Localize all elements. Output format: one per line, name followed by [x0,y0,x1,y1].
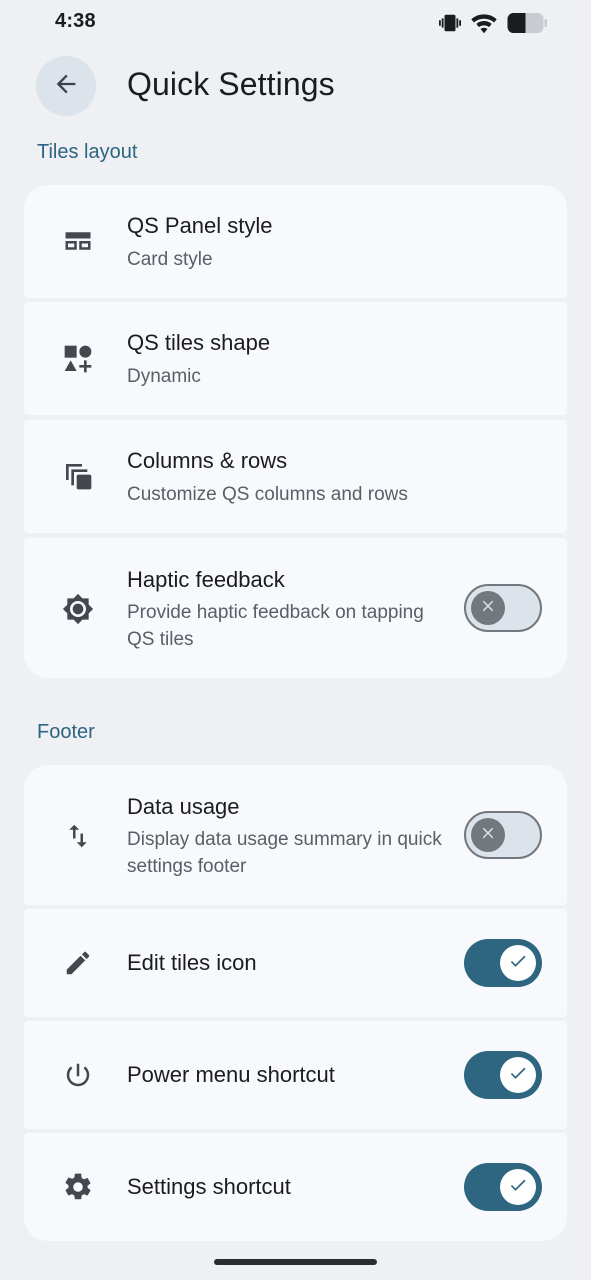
row-title: Data usage [127,794,240,819]
row-title: Haptic feedback [127,567,285,592]
setting-row-edit-tiles-icon[interactable]: Edit tiles icon [24,909,567,1017]
shapes-icon [62,343,94,375]
setting-row-qs-tiles-shape[interactable]: QS tiles shape Dynamic [24,302,567,415]
gesture-nav-handle[interactable] [214,1259,377,1265]
switch-thumb [471,818,505,852]
setting-row-power-menu-shortcut[interactable]: Power menu shortcut [24,1021,567,1129]
haptic-feedback-toggle[interactable] [464,584,542,632]
switch-thumb [500,945,536,981]
status-bar: 4:38 [0,0,591,46]
status-time: 4:38 [55,10,96,32]
setting-row-qs-panel-style[interactable]: QS Panel style Card style [24,185,567,298]
panel-style-icon [62,225,94,257]
app-bar: Quick Settings [0,52,591,122]
setting-row-settings-shortcut[interactable]: Settings shortcut [24,1133,567,1241]
status-icons [439,12,547,39]
power-menu-shortcut-toggle[interactable] [464,1051,542,1099]
edit-tiles-icon-toggle[interactable] [464,939,542,987]
data-usage-toggle[interactable] [464,811,542,859]
row-title: QS tiles shape [127,330,271,355]
check-icon [508,1175,528,1200]
setting-row-columns-rows[interactable]: Columns & rows Customize QS columns and … [24,420,567,533]
back-button[interactable] [36,56,96,116]
switch-thumb [500,1169,536,1205]
swap-vert-icon [62,820,94,852]
row-subtitle: Provide haptic feedback on tapping QS ti… [127,602,424,650]
check-icon [508,1063,528,1088]
section-header-tiles-layout: Tiles layout [37,141,138,163]
settings-shortcut-toggle[interactable] [464,1163,542,1211]
setting-row-data-usage[interactable]: Data usage Display data usage summary in… [24,765,567,905]
brightness-icon [62,593,94,625]
switch-thumb [500,1057,536,1093]
row-title: Columns & rows [127,448,288,473]
row-title: QS Panel style [127,213,273,238]
row-title: Edit tiles icon [127,950,257,975]
wifi-icon [471,12,497,39]
page-title: Quick Settings [127,66,335,102]
section-header-footer: Footer [37,721,95,743]
row-subtitle: Card style [127,249,213,270]
vibrate-icon [439,12,461,39]
row-subtitle: Dynamic [127,366,201,387]
power-icon [62,1059,94,1091]
row-subtitle: Display data usage summary in quick sett… [127,829,442,877]
setting-row-haptic-feedback[interactable]: Haptic feedback Provide haptic feedback … [24,538,567,678]
pencil-icon [62,947,94,979]
copy-layers-icon [62,460,94,492]
check-icon [508,951,528,976]
close-icon [479,597,497,620]
row-subtitle: Customize QS columns and rows [127,484,408,505]
switch-thumb [471,591,505,625]
arrow-back-icon [52,70,80,103]
close-icon [479,824,497,847]
gear-icon [62,1171,94,1203]
row-title: Power menu shortcut [127,1062,335,1087]
row-title: Settings shortcut [127,1174,291,1199]
battery-icon [507,12,547,39]
